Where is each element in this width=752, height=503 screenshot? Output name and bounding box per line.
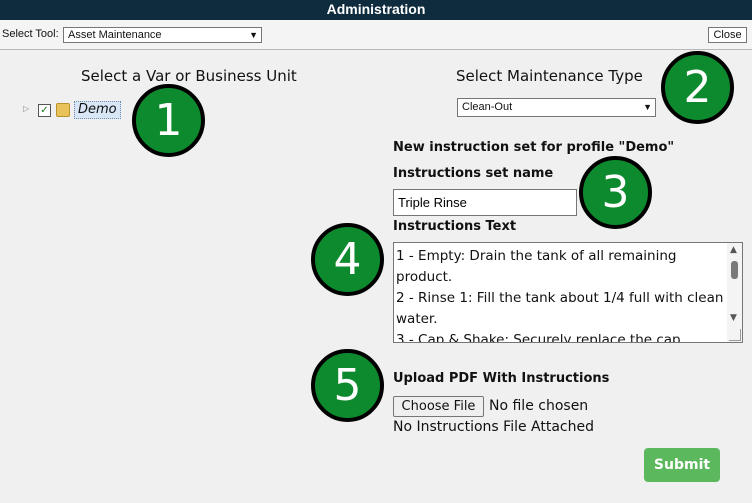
window-title: Administration (0, 0, 752, 20)
expand-arrow-icon[interactable]: ▷ (23, 104, 29, 113)
callout-3: 3 (579, 156, 652, 229)
maintenance-type-select[interactable]: Clean-Out ▼ (457, 98, 656, 117)
close-button[interactable]: Close (708, 27, 747, 43)
instructions-name-input[interactable] (393, 189, 577, 216)
checkbox-icon[interactable]: ✓ (38, 104, 51, 117)
business-unit-heading: Select a Var or Business Unit (81, 67, 297, 85)
toolbar: Select Tool: Asset Maintenance ▼ Close (0, 20, 752, 50)
dropdown-arrow-icon: ▼ (643, 102, 652, 112)
callout-1: 1 (132, 84, 205, 157)
tree-item-label[interactable]: Demo (74, 101, 121, 119)
instructions-text: 1 - Empty: Drain the tank of all remaini… (396, 248, 724, 343)
file-status: No file chosen (489, 398, 589, 414)
instructions-textarea[interactable]: 1 - Empty: Drain the tank of all remaini… (393, 242, 743, 343)
maintenance-type-value: Clean-Out (462, 101, 513, 113)
instructions-name-label: Instructions set name (393, 166, 554, 181)
tool-select-value: Asset Maintenance (68, 29, 162, 41)
callout-2: 2 (661, 51, 734, 124)
scroll-down-icon[interactable]: ▼ (730, 313, 737, 323)
scroll-up-icon[interactable]: ▲ (730, 245, 737, 255)
maintenance-type-heading: Select Maintenance Type (456, 67, 643, 85)
folder-icon (56, 103, 70, 117)
tool-select[interactable]: Asset Maintenance ▼ (63, 27, 262, 43)
instructions-text-label: Instructions Text (393, 219, 517, 234)
attached-status: No Instructions File Attached (393, 419, 594, 435)
textarea-scrollbar[interactable]: ▲ ▼ (727, 243, 742, 342)
choose-file-button[interactable]: Choose File (393, 396, 484, 417)
submit-button[interactable]: Submit (644, 448, 720, 482)
profile-heading: New instruction set for profile "Demo" (393, 140, 675, 155)
callout-4: 4 (311, 223, 384, 296)
select-tool-label: Select Tool: (2, 28, 59, 40)
scroll-thumb[interactable] (731, 261, 738, 279)
resize-grip-icon[interactable] (729, 329, 741, 341)
upload-label: Upload PDF With Instructions (393, 371, 610, 386)
callout-5: 5 (311, 349, 384, 422)
dropdown-arrow-icon: ▼ (249, 30, 258, 40)
